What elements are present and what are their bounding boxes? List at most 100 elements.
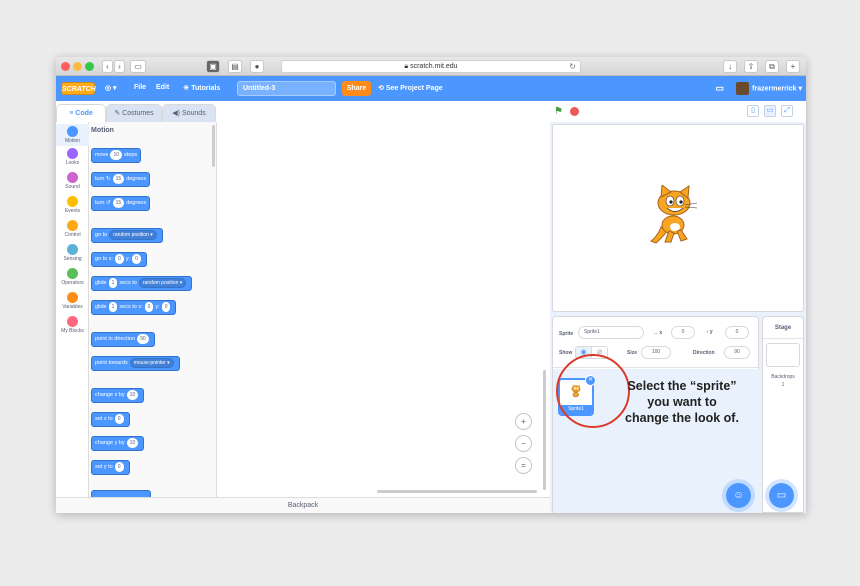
block-set-x[interactable]: set x to 0: [91, 412, 130, 427]
block-glide-to[interactable]: glide 1 secs to random position ▾: [91, 276, 193, 291]
category-control[interactable]: Control: [56, 220, 89, 238]
y-input[interactable]: 0: [161, 302, 171, 312]
zoom-reset-icon[interactable]: =: [515, 457, 532, 474]
edit-menu[interactable]: Edit: [156, 84, 169, 91]
steps-input[interactable]: 10: [110, 150, 123, 160]
backpack[interactable]: Backpack: [56, 497, 550, 513]
speaker-icon: ◀): [172, 110, 182, 117]
x-position-input[interactable]: 0: [671, 326, 695, 339]
sidebar-icon[interactable]: ▭: [130, 60, 146, 73]
block-go-to-xy[interactable]: go to x: 0 y: 0: [91, 252, 147, 267]
y-label: y: [709, 329, 713, 335]
direction-label: Direction: [693, 350, 715, 356]
folder-icon[interactable]: ▭: [715, 83, 724, 94]
script-horizontal-scrollbar[interactable]: [377, 490, 537, 493]
secs-input[interactable]: 1: [108, 302, 118, 312]
category-events[interactable]: Events: [56, 196, 89, 214]
category-variables[interactable]: Variables: [56, 292, 89, 310]
maximize-window-button[interactable]: [85, 62, 94, 71]
direction-input[interactable]: 90: [724, 346, 750, 359]
category-motion[interactable]: Motion: [56, 124, 89, 146]
backdrops-label: Backdrops: [771, 374, 795, 380]
choose-backdrop-button[interactable]: ▭: [769, 483, 794, 508]
share-icon[interactable]: ⇧: [744, 60, 758, 73]
category-looks[interactable]: Looks: [56, 148, 89, 166]
y-change-input[interactable]: 10: [126, 438, 139, 448]
goto-target-dropdown[interactable]: random position ▾: [109, 230, 157, 240]
file-menu[interactable]: File: [134, 84, 146, 91]
secs-input[interactable]: 1: [108, 278, 118, 288]
block-change-x[interactable]: change x by 10: [91, 388, 145, 403]
tabs-icon[interactable]: ⧉: [765, 60, 779, 73]
extension-icon[interactable]: ▣: [206, 60, 220, 73]
share-button[interactable]: Share: [342, 81, 371, 96]
instruction-annotation: Select the “sprite” you want to change t…: [604, 378, 760, 426]
fullscreen-icon[interactable]: ⤢: [781, 105, 793, 117]
towards-dropdown[interactable]: mouse-pointer ▾: [129, 358, 174, 368]
glide-target-dropdown[interactable]: random position ▾: [138, 278, 187, 288]
minimize-window-button[interactable]: [73, 62, 82, 71]
globe-icon[interactable]: ◎ ▾: [105, 84, 117, 92]
zoom-out-icon[interactable]: −: [515, 435, 532, 452]
large-stage-icon[interactable]: ▭: [764, 105, 776, 117]
scratch-logo[interactable]: SCRATCH: [61, 82, 96, 95]
block-go-to[interactable]: go to random position ▾: [91, 228, 163, 243]
direction-input[interactable]: 90: [137, 334, 149, 344]
reader-icon[interactable]: ▤: [228, 60, 242, 73]
variables-dot-icon: [67, 292, 78, 303]
tab-code[interactable]: ≡ Code: [56, 104, 106, 122]
block-turn-right[interactable]: turn ↻ 15 degrees: [91, 172, 151, 187]
x-change-input[interactable]: 10: [126, 390, 139, 400]
user-menu[interactable]: frazermerrick ▾: [736, 82, 802, 95]
download-icon[interactable]: ↓: [723, 60, 737, 73]
x-input[interactable]: 0: [115, 254, 124, 264]
cat-sprite-icon[interactable]: [647, 185, 701, 245]
green-flag-icon[interactable]: ⚑: [554, 106, 563, 117]
privacy-icon[interactable]: ●: [250, 60, 264, 73]
choose-sprite-button[interactable]: ☺: [726, 483, 751, 508]
block-change-y[interactable]: change y by 10: [91, 436, 145, 451]
tutorials-menu[interactable]: ☀ Tutorials: [183, 84, 220, 92]
tab-costumes[interactable]: ✎ Costumes: [106, 104, 162, 122]
block-partial[interactable]: [91, 490, 151, 497]
degrees-input[interactable]: 15: [112, 174, 125, 184]
y-position-input[interactable]: 0: [725, 326, 749, 339]
category-sensing[interactable]: Sensing: [56, 244, 89, 262]
block-move-steps[interactable]: move 10 steps: [91, 148, 142, 163]
forward-icon[interactable]: ›: [114, 60, 125, 73]
reload-icon[interactable]: ↻: [569, 61, 576, 72]
palette-scrollbar[interactable]: [212, 125, 215, 167]
tab-sounds[interactable]: ◀) Sounds: [162, 104, 216, 122]
zoom-in-icon[interactable]: +: [515, 413, 532, 430]
stage[interactable]: [552, 124, 804, 312]
stage-thumbnail[interactable]: [766, 343, 800, 367]
small-stage-icon[interactable]: ▯: [747, 105, 759, 117]
stop-icon[interactable]: [570, 107, 579, 116]
category-sound[interactable]: Sound: [56, 172, 89, 190]
close-window-button[interactable]: [61, 62, 70, 71]
new-tab-icon[interactable]: +: [786, 60, 800, 73]
category-my-blocks[interactable]: My Blocks: [56, 316, 89, 334]
y-input[interactable]: 0: [132, 254, 141, 264]
x-set-input[interactable]: 0: [114, 414, 124, 424]
block-point-towards[interactable]: point towards mouse-pointer ▾: [91, 356, 180, 371]
address-bar[interactable]: 🔒︎ scratch.mit.edu ↻: [281, 60, 581, 73]
browser-toolbar: ‹ › ▭ ▣ ▤ ● 🔒︎ scratch.mit.edu ↻ ↓ ⇧ ⧉ +: [56, 57, 806, 76]
degrees-input[interactable]: 15: [112, 198, 125, 208]
sprite-name-input[interactable]: Sprite1: [578, 326, 644, 339]
script-area[interactable]: + − =: [217, 122, 550, 497]
back-icon[interactable]: ‹: [102, 60, 113, 73]
y-set-input[interactable]: 0: [114, 462, 124, 472]
size-input[interactable]: 100: [641, 346, 671, 359]
username: frazermerrick: [752, 85, 797, 93]
block-glide-to-xy[interactable]: glide 1 secs to x: 0 y: 0: [91, 300, 177, 315]
script-vertical-scrollbar[interactable]: [543, 370, 546, 490]
project-title-input[interactable]: Untitled-3: [237, 81, 336, 96]
category-operators[interactable]: Operators: [56, 268, 89, 286]
block-turn-left[interactable]: turn ↺ 15 degrees: [91, 196, 151, 211]
turn-left-icon: ↺: [106, 200, 111, 206]
see-project-page-button[interactable]: ⟲ See Project Page: [378, 84, 443, 92]
block-point-direction[interactable]: point in direction 90: [91, 332, 155, 347]
block-set-y[interactable]: set y to 0: [91, 460, 130, 475]
x-input[interactable]: 0: [144, 302, 154, 312]
